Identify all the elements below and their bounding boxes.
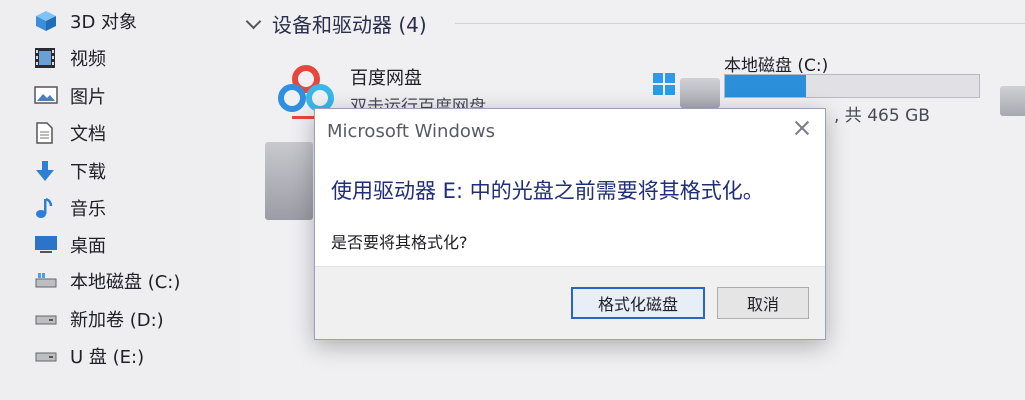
dialog-footer: 格式化磁盘 取消 <box>315 266 825 339</box>
sidebar-item-label: 桌面 <box>70 236 106 257</box>
drive-d-image[interactable] <box>1000 86 1025 116</box>
sidebar-item-documents[interactable]: 文档 <box>34 118 106 148</box>
dialog-title: Microsoft Windows <box>327 121 495 142</box>
sidebar-item-label: 3D 对象 <box>70 12 138 33</box>
sidebar-item-label: 本地磁盘 (C:) <box>70 272 181 293</box>
document-icon <box>34 122 60 144</box>
sidebar-item-label: 文档 <box>70 124 106 145</box>
usb-drive-icon <box>34 345 60 367</box>
drive-c-name[interactable]: 本地磁盘 (C:) <box>724 51 828 76</box>
dialog-message: 使用驱动器 E: 中的光盘之前需要将其格式化。 <box>331 179 764 203</box>
picture-icon <box>34 85 60 107</box>
sidebar-item-3d-objects[interactable]: 3D 对象 <box>34 6 137 36</box>
drive-c-usage-fill <box>725 75 807 97</box>
devices-group-header[interactable]: 设备和驱动器 (4) <box>246 8 427 38</box>
video-icon <box>34 47 60 69</box>
drive-icon <box>34 308 60 330</box>
group-divider <box>455 23 1025 24</box>
windows-logo-icon <box>653 73 675 95</box>
sidebar-item-label: 图片 <box>70 87 106 108</box>
sidebar-item-label: U 盘 (E:) <box>70 347 145 368</box>
download-icon <box>34 160 60 182</box>
chevron-down-icon <box>246 16 260 30</box>
drive-icon <box>34 270 60 292</box>
cancel-button[interactable]: 取消 <box>717 287 809 319</box>
sidebar-item-label: 新加卷 (D:) <box>70 310 164 331</box>
desktop-icon <box>34 234 60 256</box>
sidebar-item-label: 下载 <box>70 162 106 183</box>
dialog-question: 是否要将其格式化? <box>331 233 468 252</box>
drive-c-capacity: , 共 465 GB <box>834 106 930 126</box>
drive-e-image[interactable] <box>265 142 313 220</box>
sidebar-item-desktop[interactable]: 桌面 <box>34 230 106 260</box>
sidebar-item-drive-d[interactable]: 新加卷 (D:) <box>34 304 164 334</box>
3d-object-icon <box>34 10 60 32</box>
music-icon <box>34 197 60 219</box>
sidebar-item-usb-e[interactable]: U 盘 (E:) <box>34 341 144 371</box>
format-disk-button[interactable]: 格式化磁盘 <box>571 287 705 319</box>
format-dialog: Microsoft Windows 使用驱动器 E: 中的光盘之前需要将其格式化… <box>314 108 826 340</box>
drive-c-usage-bar <box>724 74 980 98</box>
drive-c-image[interactable] <box>680 78 720 108</box>
sidebar-item-label: 音乐 <box>70 199 106 220</box>
sidebar-item-pictures[interactable]: 图片 <box>34 81 106 111</box>
navigation-pane: 3D 对象 视频 图片 文档 下载 音乐 桌面 本地磁盘 (C:) 新加卷 (D… <box>0 0 240 400</box>
sidebar-item-music[interactable]: 音乐 <box>34 193 106 223</box>
sidebar-item-label: 视频 <box>70 49 106 70</box>
close-icon[interactable] <box>793 119 811 137</box>
baidu-netdisk-name[interactable]: 百度网盘 <box>350 64 422 90</box>
sidebar-item-videos[interactable]: 视频 <box>34 43 106 73</box>
sidebar-item-downloads[interactable]: 下载 <box>34 156 106 186</box>
sidebar-item-drive-c[interactable]: 本地磁盘 (C:) <box>34 266 180 296</box>
group-title: 设备和驱动器 (4) <box>272 12 427 37</box>
